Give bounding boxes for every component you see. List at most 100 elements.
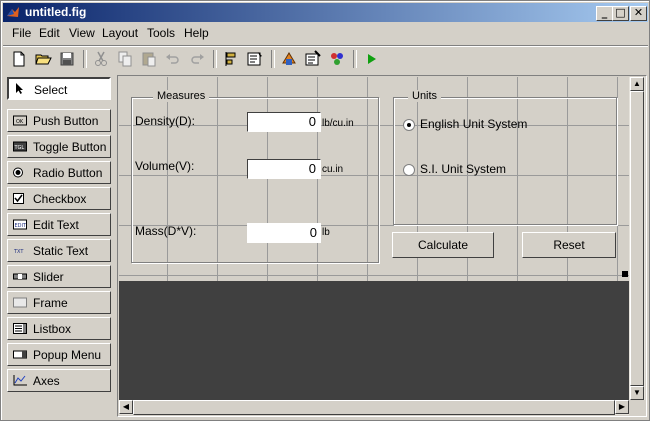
matlab-logo-icon	[7, 7, 19, 17]
english-radio[interactable]	[403, 119, 415, 131]
menu-bar: File Edit View Layout Tools Help	[3, 23, 648, 42]
vertical-scrollbar[interactable]: ▲ ▼	[629, 77, 645, 400]
svg-text:EDIT: EDIT	[15, 223, 27, 229]
si-radio[interactable]	[403, 164, 415, 176]
svg-text:OK: OK	[16, 119, 24, 125]
listbox-icon	[13, 323, 27, 334]
toggle-button-icon: TGL	[13, 141, 27, 152]
minimize-button[interactable]: _	[596, 6, 613, 21]
static-text-icon: TXT	[13, 249, 24, 255]
undo-icon[interactable]	[163, 49, 183, 69]
close-button[interactable]: ✕	[630, 6, 647, 21]
volume-unit: cu.in	[322, 164, 344, 175]
popup-menu-icon	[13, 350, 27, 359]
horizontal-scrollbar[interactable]: ◀ ▶	[119, 400, 629, 415]
new-file-icon[interactable]	[9, 49, 29, 69]
palette-label: Edit Text	[33, 218, 79, 232]
paste-icon[interactable]	[139, 49, 159, 69]
scroll-down-button[interactable]: ▼	[630, 386, 644, 400]
slider-icon	[13, 273, 27, 280]
menu-tools[interactable]: Tools	[147, 26, 175, 40]
scroll-right-button[interactable]: ▶	[615, 400, 629, 414]
tab-order-icon[interactable]	[245, 49, 265, 69]
axes-icon	[13, 375, 27, 386]
mass-output: 0	[247, 223, 321, 243]
calculate-button[interactable]: Calculate	[392, 232, 494, 258]
palette-static-text[interactable]: TXT Static Text	[7, 239, 111, 262]
palette-checkbox[interactable]: Checkbox	[7, 187, 111, 210]
palette-label: Slider	[33, 270, 64, 284]
palette-axes[interactable]: Axes	[7, 369, 111, 392]
pointer-icon	[16, 83, 23, 94]
palette-label: Popup Menu	[33, 348, 102, 362]
open-folder-icon[interactable]	[33, 49, 53, 69]
push-button-icon: OK	[13, 115, 27, 126]
palette-label: Select	[34, 83, 68, 97]
vertical-scroll-thumb[interactable]	[630, 91, 644, 386]
layout-area: Measures Density(D): 0 lb/cu.in Volume(V…	[117, 75, 647, 417]
mass-label: Mass(D*V):	[135, 224, 197, 238]
palette-listbox[interactable]: Listbox	[7, 317, 111, 340]
align-icon[interactable]	[221, 49, 241, 69]
property-inspector-icon[interactable]	[303, 49, 323, 69]
copy-icon[interactable]	[115, 49, 135, 69]
palette-radio-button[interactable]: Radio Button	[7, 161, 111, 184]
title-bar[interactable]: untitled.fig _ □ ✕	[3, 3, 648, 22]
layout-grid[interactable]: Measures Density(D): 0 lb/cu.in Volume(V…	[119, 77, 629, 281]
run-icon[interactable]	[361, 49, 381, 69]
density-input[interactable]: 0	[247, 112, 321, 132]
menu-file[interactable]: File	[12, 26, 31, 40]
scroll-up-button[interactable]: ▲	[630, 77, 644, 91]
menu-layout[interactable]: Layout	[102, 26, 138, 40]
cut-icon[interactable]	[91, 49, 111, 69]
palette-label: Checkbox	[33, 192, 87, 206]
toolbar-separator	[271, 50, 275, 68]
palette-toggle-button[interactable]: TGL Toggle Button	[7, 135, 111, 158]
toolbar-separator	[83, 50, 87, 68]
svg-text:TGL: TGL	[14, 145, 25, 151]
figure-outside-area	[119, 281, 629, 400]
object-browser-icon[interactable]	[327, 49, 347, 69]
redo-icon[interactable]	[187, 49, 207, 69]
resize-handle[interactable]	[622, 271, 628, 277]
palette-label: Radio Button	[33, 166, 103, 180]
palette-label: Listbox	[33, 322, 72, 336]
menu-edit[interactable]: Edit	[39, 26, 60, 40]
palette-label: Static Text	[33, 244, 89, 258]
volume-label: Volume(V):	[135, 159, 195, 173]
edit-text-icon: EDIT	[13, 219, 27, 230]
palette-popup-menu[interactable]: Popup Menu	[7, 343, 111, 366]
svg-text:TXT: TXT	[13, 249, 24, 255]
toolbar-separator	[213, 50, 217, 68]
palette-push-button[interactable]: OK Push Button	[7, 109, 111, 132]
toolbar-separator	[353, 50, 357, 68]
palette-label: Axes	[33, 374, 60, 388]
palette-label: Push Button	[33, 114, 99, 128]
guide-window: untitled.fig _ □ ✕ File Edit View Layout…	[0, 0, 650, 421]
palette-frame[interactable]: Frame	[7, 291, 111, 314]
units-frame-title: Units	[408, 90, 442, 102]
menu-help[interactable]: Help	[184, 26, 209, 40]
horizontal-scroll-thumb[interactable]	[133, 400, 615, 415]
si-radio-label: S.I. Unit System	[420, 162, 507, 176]
save-icon[interactable]	[57, 49, 77, 69]
scrollbar-corner	[629, 400, 645, 415]
scroll-left-button[interactable]: ◀	[119, 400, 133, 414]
palette-slider[interactable]: Slider	[7, 265, 111, 288]
reset-button[interactable]: Reset	[522, 232, 616, 258]
checkbox-icon	[13, 193, 24, 204]
menu-editor-icon[interactable]	[279, 49, 299, 69]
frame-icon	[13, 297, 27, 308]
density-unit: lb/cu.in	[322, 118, 354, 129]
volume-input[interactable]: 0	[247, 159, 321, 179]
window-title: untitled.fig	[25, 5, 87, 19]
palette-select[interactable]: Select	[7, 77, 111, 100]
palette-label: Frame	[33, 296, 68, 310]
menu-view[interactable]: View	[69, 26, 95, 40]
density-label: Density(D):	[135, 114, 196, 128]
toolbar	[3, 45, 648, 72]
maximize-button[interactable]: □	[612, 6, 629, 21]
palette-edit-text[interactable]: EDIT Edit Text	[7, 213, 111, 236]
radio-button-icon	[13, 167, 23, 178]
mass-unit: lb	[322, 227, 330, 238]
